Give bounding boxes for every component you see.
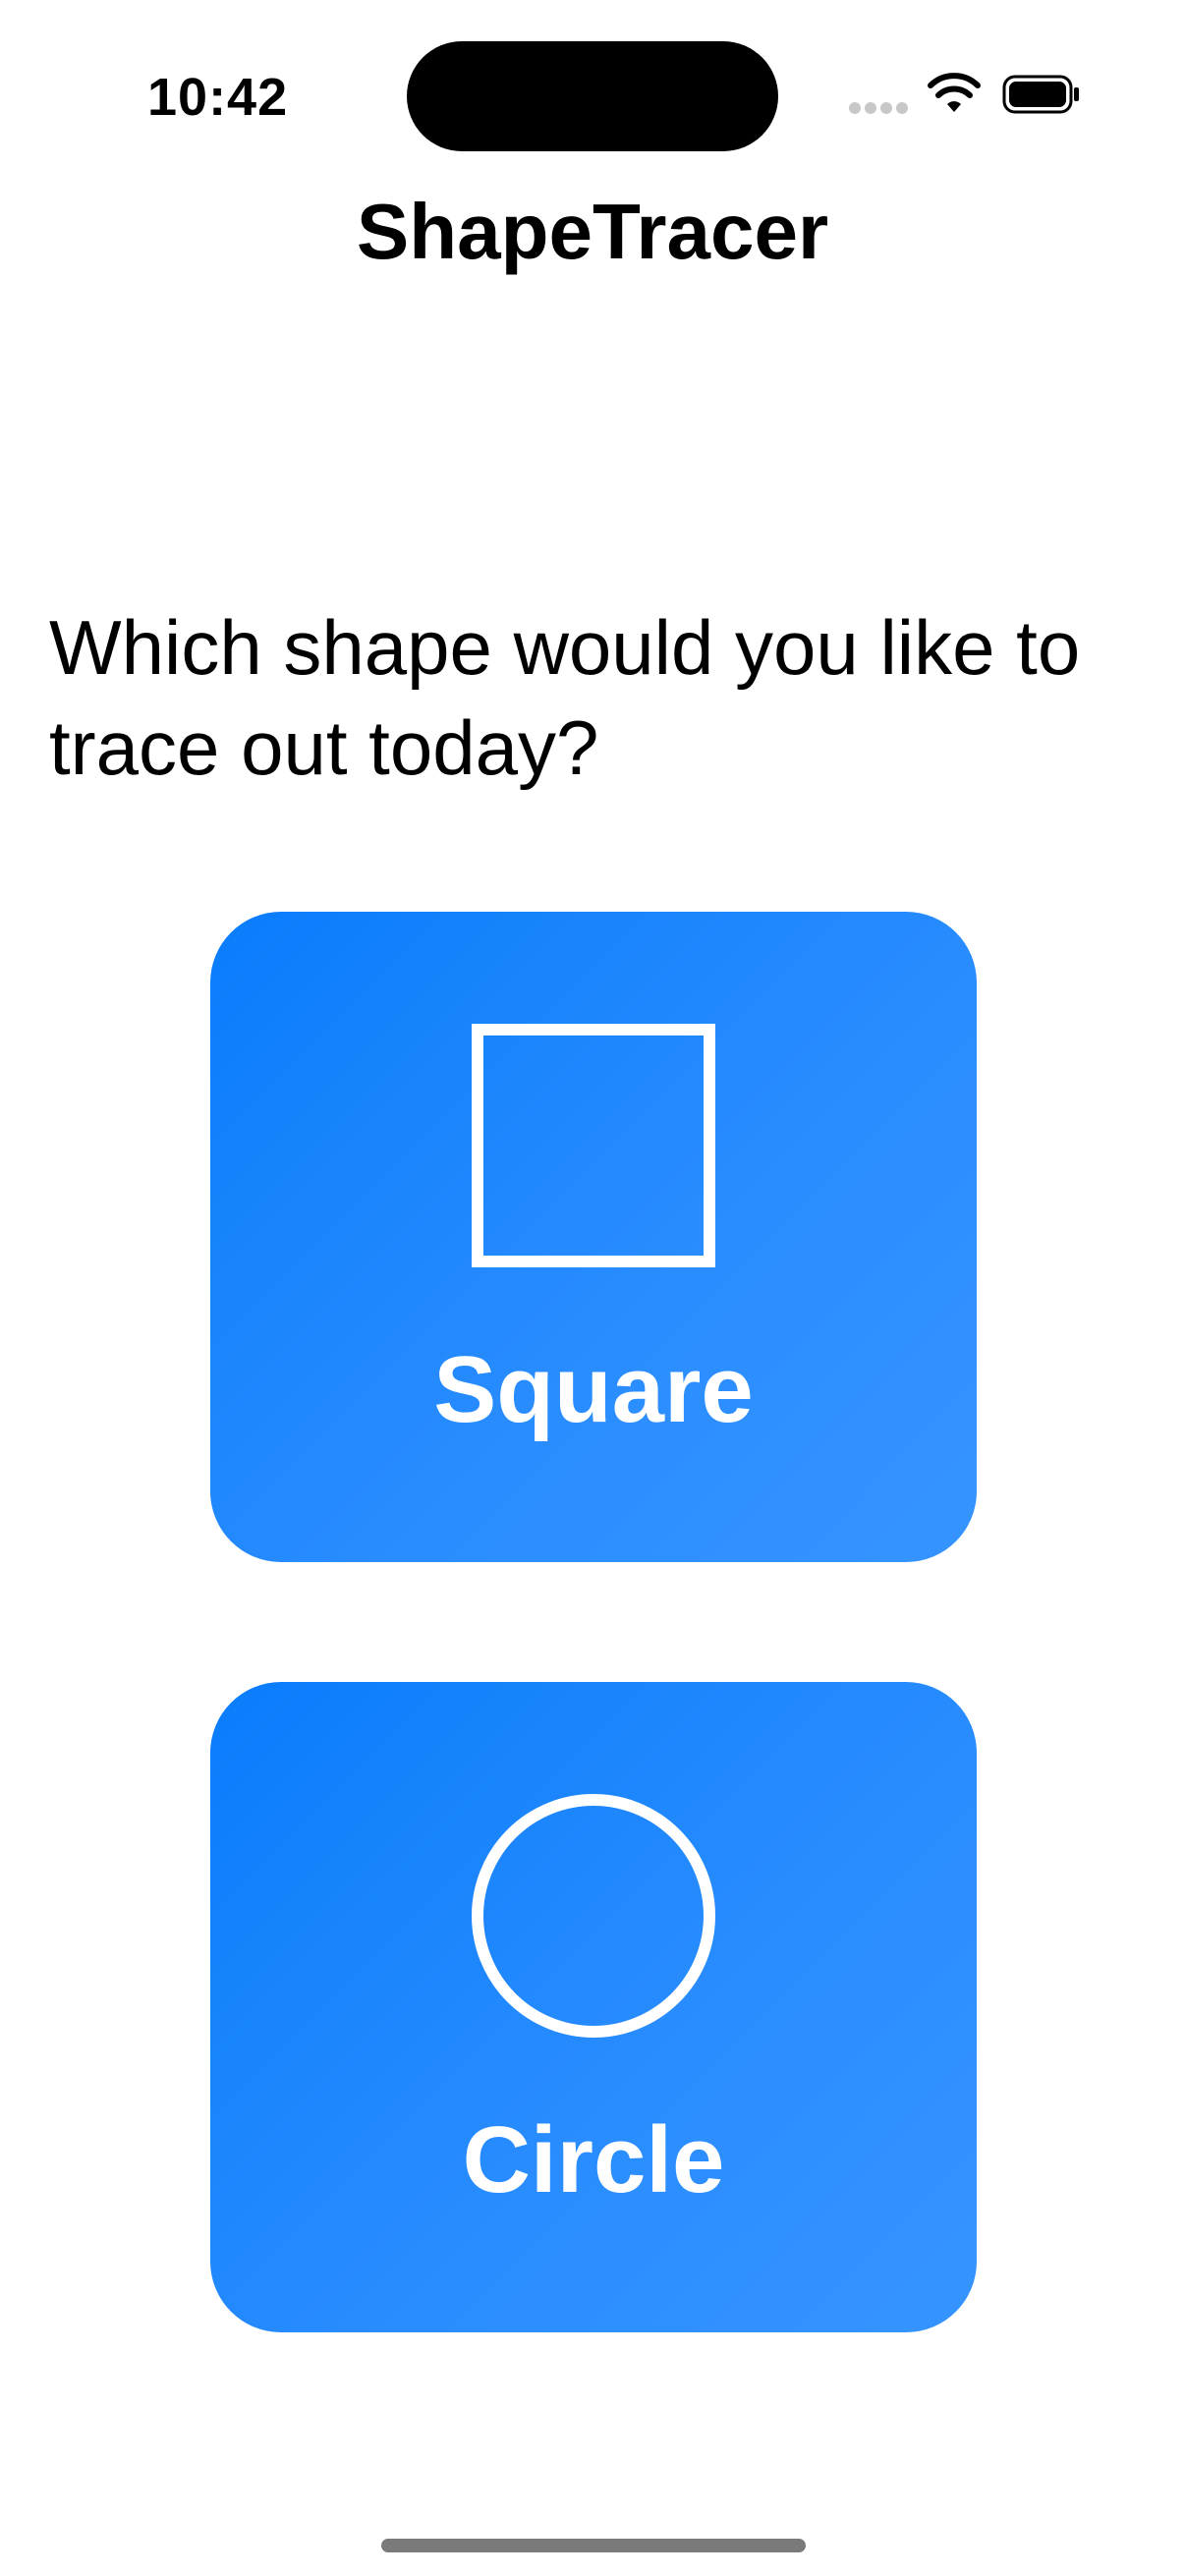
square-shape-button[interactable]: Square — [210, 912, 977, 1562]
circle-outline-icon — [472, 1794, 715, 2038]
wifi-icon — [928, 73, 981, 112]
circle-shape-button[interactable]: Circle — [210, 1682, 977, 2332]
cellular-signal-icon — [849, 102, 908, 116]
dynamic-island — [407, 41, 778, 151]
page-title: ShapeTracer — [356, 188, 829, 275]
status-time: 10:42 — [147, 68, 289, 127]
prompt-text: Which shape would you like to trace out … — [49, 604, 1081, 791]
square-label: Square — [433, 1337, 754, 1442]
circle-label: Circle — [462, 2107, 725, 2212]
app-screen: 10:42 ShapeTracer Which shape would you … — [0, 0, 1185, 2576]
battery-icon — [1002, 75, 1079, 114]
home-indicator[interactable] — [381, 2539, 806, 2552]
square-outline-icon — [472, 1024, 715, 1267]
